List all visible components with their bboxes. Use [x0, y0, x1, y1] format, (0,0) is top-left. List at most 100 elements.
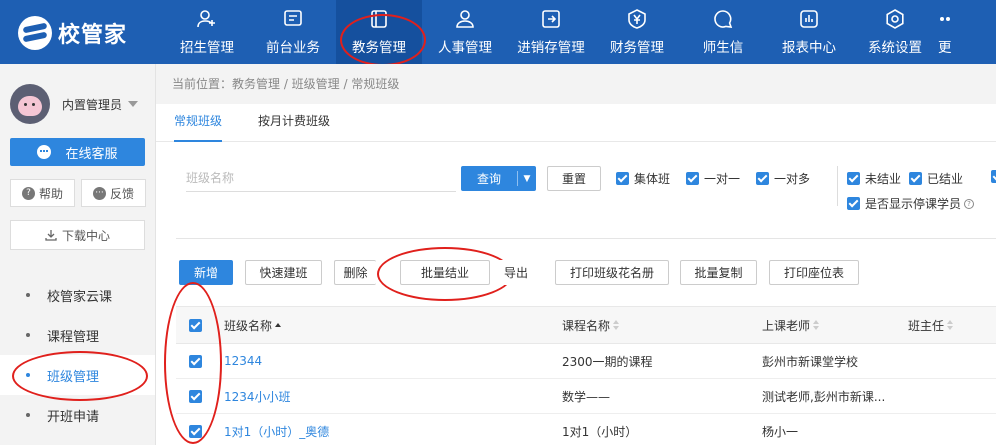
divider	[176, 238, 996, 239]
sidebar-item-course-management[interactable]: 课程管理	[0, 315, 155, 355]
class-name-link[interactable]: 12344	[224, 344, 262, 378]
nav-item-finance[interactable]: 财务管理	[594, 0, 680, 64]
checkbox-checked-icon	[909, 172, 922, 185]
checkbox-checked-icon	[686, 172, 699, 185]
chat-icon	[37, 145, 52, 159]
online-service-button[interactable]: 在线客服	[10, 138, 145, 166]
help-icon[interactable]: ?	[964, 198, 975, 209]
nav-item-more[interactable]: 更	[938, 0, 968, 64]
sort-asc-icon	[275, 323, 282, 327]
checkbox-label: 未结业	[865, 172, 902, 186]
nav-item-label: 教务管理	[352, 39, 406, 56]
sidebar-item-class-management[interactable]: 班级管理	[0, 351, 155, 401]
graduated-checkbox[interactable]: 已结业	[909, 170, 963, 187]
logo[interactable]: 校管家	[18, 16, 127, 50]
table-row: 1对1（小时）_奥德 1对1（小时） 杨小一	[176, 414, 996, 445]
column-label: 班主任	[908, 318, 945, 333]
tab-monthly-class[interactable]: 按月计费班级	[258, 104, 330, 142]
export-button[interactable]: 导出	[491, 260, 541, 285]
top-navbar: 校管家 招生管理 前台业务 教务管理 人事管理 进销存管理 财务管理 师生信 报…	[0, 0, 996, 66]
class-name-search-input[interactable]	[186, 164, 456, 192]
nav-item-label: 更	[938, 39, 952, 56]
batch-graduate-label: 批量结业	[420, 266, 469, 280]
show-suspended-checkbox[interactable]: 是否显示停课学员 ?	[847, 195, 975, 212]
nav-item-academic[interactable]: 教务管理	[336, 0, 426, 66]
sort-icon	[613, 320, 620, 330]
table-row: 1234小小班 数学—— 测试老师,彭州市新课...	[176, 379, 996, 414]
divider	[837, 166, 838, 206]
column-header-teacher[interactable]: 上课老师	[762, 307, 820, 343]
not-graduated-checkbox[interactable]: 未结业	[847, 170, 901, 187]
checkbox-checked-icon	[847, 172, 860, 185]
query-button[interactable]: 查询 ▼	[461, 166, 536, 191]
user-menu[interactable]: 内置管理员	[10, 84, 139, 124]
column-label: 上课老师	[762, 318, 811, 333]
quick-create-button[interactable]: 快速建班	[245, 260, 322, 285]
nav-item-front-desk[interactable]: 前台业务	[250, 0, 336, 64]
nav-item-enrollment[interactable]: 招生管理	[164, 0, 250, 64]
tab-regular-class[interactable]: 常规班级	[174, 104, 223, 142]
help-button[interactable]: ? 帮助	[10, 179, 75, 207]
nav-item-inventory[interactable]: 进销存管理	[508, 0, 594, 64]
nav-item-reports[interactable]: 报表中心	[766, 0, 852, 64]
nav-item-messaging[interactable]: 师生信	[680, 0, 766, 64]
table-header: 班级名称 课程名称 上课老师 班主任	[176, 306, 996, 344]
one-to-one-checkbox[interactable]: 一对一	[686, 170, 740, 187]
checkbox-label: 已结业	[927, 172, 964, 186]
print-roster-button[interactable]: 打印班级花名册	[555, 260, 669, 285]
checkbox-label: 是否显示停课学员	[865, 197, 962, 211]
print-seating-button[interactable]: 打印座位表	[769, 260, 859, 285]
row-checkbox[interactable]	[189, 414, 207, 445]
add-button[interactable]: 新增	[179, 260, 233, 285]
feedback-button[interactable]: ··· 反馈	[81, 179, 146, 207]
batch-copy-button[interactable]: 批量复制	[680, 260, 757, 285]
class-table: 班级名称 课程名称 上课老师 班主任 12344 2300一期的课程 彭州市新课…	[176, 306, 996, 445]
class-name-link[interactable]: 1234小小班	[224, 379, 291, 413]
row-checkbox[interactable]	[189, 344, 207, 378]
nav-item-hr[interactable]: 人事管理	[422, 0, 508, 64]
column-header-class-name[interactable]: 班级名称	[224, 307, 282, 343]
table-row: 12344 2300一期的课程 彭州市新课堂学校	[176, 344, 996, 379]
batch-graduate-button[interactable]: 批量结业	[377, 247, 513, 301]
nav-item-label: 财务管理	[610, 39, 664, 56]
sort-icon	[947, 320, 954, 330]
checkbox-checked-icon	[991, 170, 996, 183]
avatar	[10, 84, 50, 124]
teacher-cell: 测试老师,彭州市新课...	[762, 389, 886, 404]
bullet-icon	[26, 413, 30, 417]
column-header-head-teacher[interactable]: 班主任	[908, 307, 954, 343]
bullet-icon	[26, 293, 30, 297]
column-header-course-name[interactable]: 课程名称	[562, 307, 620, 343]
checkbox-checked-icon	[189, 318, 202, 332]
chevron-down-icon[interactable]: ▼	[518, 174, 536, 184]
chat-bubble-icon	[714, 9, 733, 28]
question-icon: ?	[21, 186, 35, 200]
nav-item-settings[interactable]: 系统设置	[852, 0, 938, 64]
main-nav: 招生管理 前台业务 教务管理 人事管理 进销存管理 财务管理 师生信 报表中心	[164, 0, 968, 66]
nav-item-label: 前台业务	[266, 39, 320, 56]
teacher-cell: 彭州市新课堂学校	[762, 354, 859, 369]
download-center-button[interactable]: 下载中心	[10, 220, 145, 250]
one-to-many-checkbox[interactable]: 一对多	[756, 170, 810, 187]
reset-button[interactable]: 重置	[547, 166, 601, 191]
teacher-cell: 杨小一	[762, 424, 799, 439]
nav-item-label: 招生管理	[180, 39, 234, 56]
sidebar-item-class-application[interactable]: 开班申请	[0, 395, 155, 435]
class-name-link[interactable]: 1对1（小时）_奥德	[224, 414, 329, 445]
delete-button[interactable]: 删除	[334, 260, 376, 285]
logo-mark-icon	[18, 16, 52, 50]
user-name: 内置管理员	[62, 97, 123, 112]
main-content: 当前位置：教务管理 / 班级管理 / 常规班级 常规班级 按月计费班级 查询 ▼…	[156, 64, 996, 445]
bullet-icon	[26, 333, 30, 337]
logo-text: 校管家	[58, 23, 128, 48]
sort-icon	[813, 320, 820, 330]
gear-icon	[886, 8, 904, 29]
group-class-checkbox[interactable]: 集体班	[616, 170, 670, 187]
bullet-icon	[26, 373, 30, 377]
sidebar-item-cloud-course[interactable]: 校管家云课	[0, 275, 155, 315]
checkbox-checked-icon	[756, 172, 769, 185]
row-checkbox[interactable]	[189, 379, 207, 413]
extra-checkbox[interactable]	[991, 170, 996, 183]
checkbox-checked-icon	[189, 354, 202, 368]
select-all-checkbox[interactable]	[189, 307, 207, 343]
